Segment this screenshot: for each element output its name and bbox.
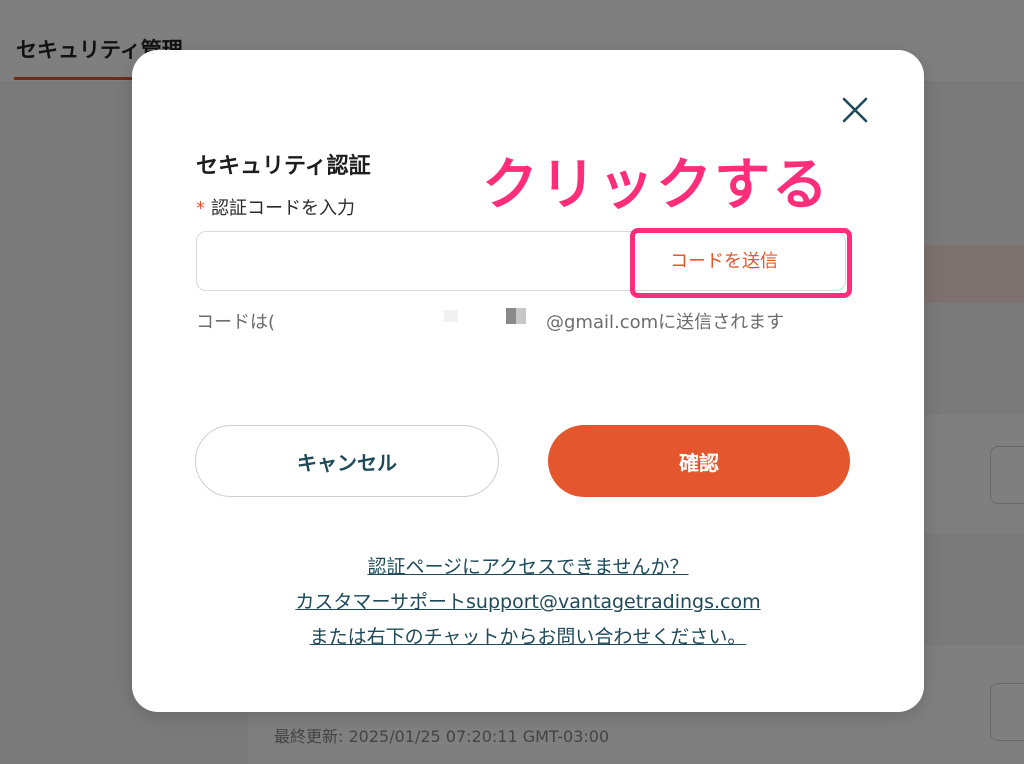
redacted-email-mask xyxy=(444,310,458,322)
verification-code-input[interactable] xyxy=(197,232,617,290)
hint-prefix: コードは( xyxy=(196,312,276,333)
help-link-cannot-access[interactable]: 認証ページにアクセスできませんか？ xyxy=(132,550,924,585)
click-here-annotation: クリックする xyxy=(482,153,830,218)
last-updated-text: 最終更新: 2025/01/25 07:20:11 GMT-03:00 xyxy=(274,727,610,746)
close-button[interactable] xyxy=(838,93,872,127)
confirm-button[interactable]: 確認 xyxy=(548,425,850,497)
redacted-email-mask xyxy=(516,308,526,324)
dialog-title: セキュリティ認証 xyxy=(196,154,371,179)
code-field-label: * 認証コードを入力 xyxy=(196,194,355,220)
highlight-box xyxy=(630,228,852,298)
cancel-button[interactable]: キャンセル xyxy=(195,425,499,497)
help-link-support-email[interactable]: カスタマーサポートsupport@vantagetradings.com xyxy=(132,585,924,620)
required-mark: * xyxy=(196,198,205,219)
help-links: 認証ページにアクセスできませんか？ カスタマーサポートsupport@vanta… xyxy=(132,550,924,655)
code-field-label-text: 認証コードを入力 xyxy=(211,198,355,219)
help-link-chat[interactable]: または右下のチャットからお問い合わせください。 xyxy=(132,620,924,655)
hint-suffix: @gmail.comに送信されます xyxy=(546,312,785,333)
redacted-email-mask xyxy=(506,308,516,324)
close-icon xyxy=(842,97,868,123)
